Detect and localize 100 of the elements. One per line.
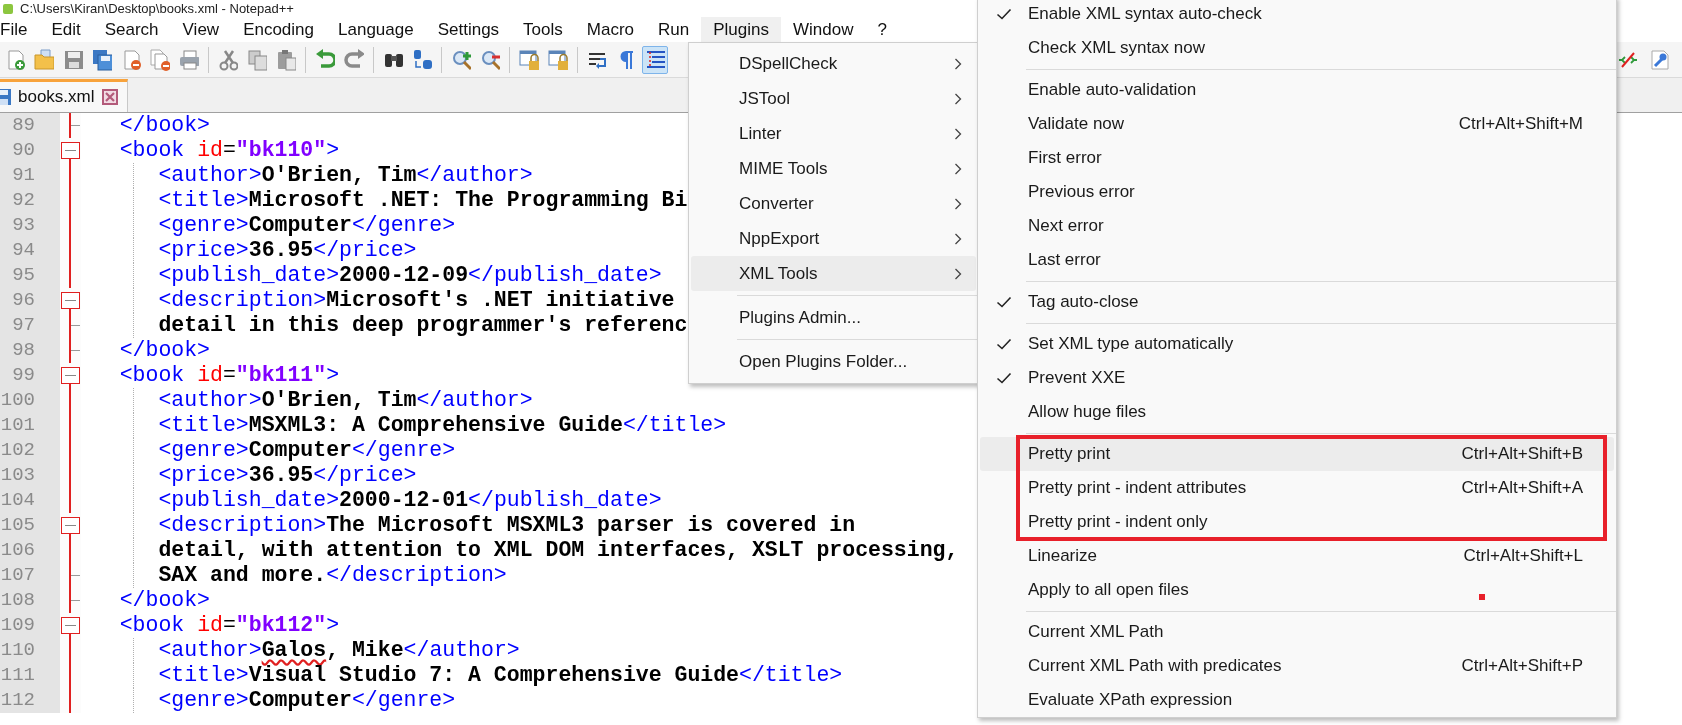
menu-item[interactable]: Search [92, 17, 171, 42]
menu-item[interactable]: Linearize Ctrl+Alt+Shift+L [980, 539, 1614, 573]
code-line: detail in this deep programmer's referenc [157, 313, 688, 338]
menu-item[interactable]: XML Tools [691, 256, 976, 291]
code-line: <title>Microsoft .NET: The Programming Bi [157, 188, 688, 213]
menu-item[interactable]: JSTool [691, 81, 976, 116]
menu-item[interactable]: Last error [980, 243, 1614, 277]
code-line: <author>Galos, Mike</author> [157, 638, 520, 663]
menu-item[interactable]: Plugins Admin... [691, 300, 976, 335]
menu-item[interactable]: Language [326, 17, 426, 42]
menu-item[interactable]: Current XML Path [980, 615, 1614, 649]
menu-item[interactable]: Run [646, 17, 702, 42]
code-line: <book id="bk111"> [118, 363, 340, 388]
code-line: </book> [118, 113, 211, 138]
close-icon[interactable] [100, 88, 119, 106]
menu-item[interactable]: File [0, 17, 40, 42]
code-line: <title>MSXML3: A Comprehensive Guide</title> [157, 413, 727, 438]
menu-item[interactable]: Previous error [980, 175, 1614, 209]
menu-item[interactable]: Tag auto-close [980, 285, 1614, 319]
code-line: <author>O'Brien, Tim</author> [157, 388, 533, 413]
line-number: 103 [0, 463, 60, 488]
menu-item[interactable]: Tools [511, 17, 575, 42]
code-line: <genre>Computer</genre> [157, 213, 456, 238]
line-number: 89 [0, 113, 60, 138]
line-number: 90 [0, 138, 60, 163]
line-number: 97 [0, 313, 60, 338]
code-line: <publish_date>2000-12-01</publish_date> [157, 488, 662, 513]
menu-item[interactable]: Evaluate XPath expression [980, 683, 1614, 717]
menu-item[interactable]: DSpellCheck [691, 46, 976, 81]
code-line: <author>O'Brien, Tim</author> [157, 163, 533, 188]
menu-item[interactable]: Apply to all open files [980, 573, 1614, 607]
menu-item[interactable]: First error [980, 141, 1614, 175]
menu-item[interactable]: Validate now Ctrl+Alt+Shift+M [980, 107, 1614, 141]
line-number: 91 [0, 163, 60, 188]
window-title: C:\Users\Kiran\Desktop\books.xml - Notepad++ [20, 1, 294, 16]
file-tab[interactable]: books.xml [0, 79, 128, 112]
menu-item[interactable]: NppExport [691, 221, 976, 256]
line-number: 112 [0, 688, 60, 713]
fold-minus-icon[interactable] [61, 142, 80, 163]
menu-item[interactable]: Pretty print Ctrl+Alt+Shift+B [980, 437, 1614, 471]
menu-item[interactable]: Enable XML syntax auto-check [980, 0, 1614, 31]
fold-minus-icon[interactable] [61, 367, 80, 388]
code-line: detail, with attention to XML DOM interfaces, XSLT processing, [157, 538, 959, 563]
menu-item[interactable]: Allow huge files [980, 395, 1614, 429]
line-number: 109 [0, 613, 60, 638]
code-line: <book id="bk112"> [118, 613, 340, 638]
menu-item[interactable]: Enable auto-validation [980, 73, 1614, 107]
menu-item[interactable]: Linter [691, 116, 976, 151]
line-number: 106 [0, 538, 60, 563]
fold-minus-icon[interactable] [61, 517, 80, 538]
menu-item[interactable]: ? [865, 17, 899, 42]
code-line: <description>Microsoft's .NET initiative [157, 288, 675, 313]
code-line: <price>36.95</price> [157, 238, 417, 263]
line-number: 108 [0, 588, 60, 613]
line-number: 102 [0, 438, 60, 463]
code-line: <genre>Computer</genre> [157, 688, 456, 713]
app-icon [2, 2, 14, 15]
line-number: 104 [0, 488, 60, 513]
menu-item[interactable]: Open Plugins Folder... [691, 344, 976, 379]
code-line: <publish_date>2000-12-09</publish_date> [157, 263, 662, 288]
menu-item[interactable]: Pretty print - indent only [980, 505, 1614, 539]
line-number: 98 [0, 338, 60, 363]
code-line: <book id="bk110"> [118, 138, 340, 163]
line-number: 92 [0, 188, 60, 213]
menu-item[interactable]: MIME Tools [691, 151, 976, 186]
code-line: <description>The Microsoft MSXML3 parser is covered in [157, 513, 856, 538]
menu-item[interactable]: Prevent XXE [980, 361, 1614, 395]
menu-item[interactable]: View [170, 17, 232, 42]
menu-item[interactable]: Macro [574, 17, 646, 42]
menu-item[interactable]: Settings [425, 17, 512, 42]
line-number: 94 [0, 238, 60, 263]
code-line: <genre>Computer</genre> [157, 438, 456, 463]
line-number: 93 [0, 213, 60, 238]
line-number: 107 [0, 563, 60, 588]
menu-item[interactable]: Plugins [701, 17, 781, 42]
line-number: 100 [0, 388, 60, 413]
menu-item[interactable]: Next error [980, 209, 1614, 243]
line-number: 95 [0, 263, 60, 288]
indent-guide-icon[interactable] [642, 45, 668, 74]
menu-item[interactable]: Check XML syntax now [980, 31, 1614, 65]
code-line: </book> [118, 338, 211, 363]
line-number: 101 [0, 413, 60, 438]
fold-minus-icon[interactable] [61, 292, 80, 313]
line-number: 96 [0, 288, 60, 313]
code-line: </book> [118, 588, 211, 613]
menu-item[interactable]: Pretty print - indent attributes Ctrl+Alt+Shift+A [980, 471, 1614, 505]
code-line: <title>Visual Studio 7: A Comprehensive Guide</title> [157, 663, 843, 688]
fold-minus-icon[interactable] [61, 617, 80, 638]
menu-item[interactable]: Window [780, 17, 866, 42]
menu-item[interactable]: Current XML Path with predicates Ctrl+Alt+Shift+P [980, 649, 1614, 683]
code-line: <price>36.95</price> [157, 463, 417, 488]
menu-item[interactable]: Edit [39, 17, 93, 42]
menu-item[interactable]: Converter [691, 186, 976, 221]
code-line: SAX and more.</description> [157, 563, 507, 588]
menu-item[interactable]: Encoding [231, 17, 326, 42]
menu-item[interactable]: Set XML type automatically [980, 327, 1614, 361]
line-number: 99 [0, 363, 60, 388]
line-number: 111 [0, 663, 60, 688]
line-number: 110 [0, 638, 60, 663]
line-number: 105 [0, 513, 60, 538]
